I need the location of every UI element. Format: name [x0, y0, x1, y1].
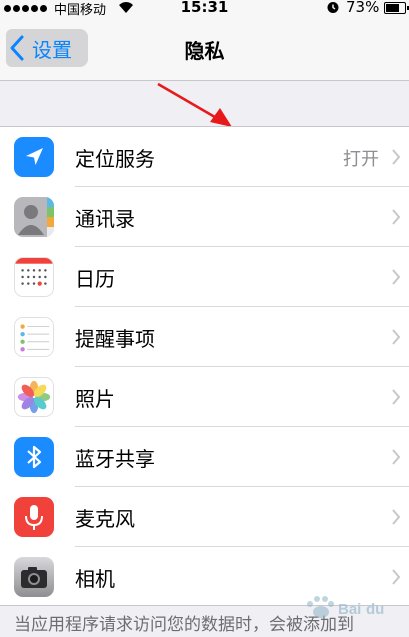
microphone-icon: [14, 497, 54, 537]
row-label: 通讯录: [75, 207, 135, 231]
bluetooth-icon: [14, 437, 54, 477]
row-calendar[interactable]: 日历: [0, 247, 409, 307]
row-microphone[interactable]: 麦克风: [0, 487, 409, 547]
row-label: 日历: [75, 267, 115, 291]
row-location-services[interactable]: 定位服务 打开: [0, 127, 409, 187]
alarm-clock-icon: [327, 2, 339, 13]
row-label: 定位服务: [75, 147, 155, 171]
page-title: 隐私: [184, 39, 225, 63]
status-bar: 中国移动 15:31 73%: [0, 0, 409, 18]
photos-icon: [14, 377, 54, 417]
row-contacts[interactable]: 通讯录: [0, 187, 409, 247]
privacy-settings-list: 定位服务 打开 通讯录 日历 提醒事项 照片 蓝牙共享 麦克风 相机: [0, 126, 409, 606]
row-value: 打开: [343, 149, 379, 170]
chevron-right-icon: [392, 209, 401, 225]
chevron-right-icon: [392, 449, 401, 465]
row-bluetooth-sharing[interactable]: 蓝牙共享: [0, 427, 409, 487]
row-photos[interactable]: 照片: [0, 367, 409, 427]
row-label: 麦克风: [75, 507, 135, 531]
chevron-right-icon: [392, 389, 401, 405]
baidu-jingyan-watermark-icon: Bai du: [307, 596, 384, 618]
battery-percentage: 73%: [346, 0, 380, 16]
chevron-right-icon: [392, 569, 401, 585]
row-label: 照片: [75, 387, 115, 411]
camera-icon: [14, 557, 54, 597]
navigation-bar: 设置 隐私: [0, 16, 409, 81]
row-label: 蓝牙共享: [75, 447, 155, 471]
svg-text:Bai: Bai: [338, 601, 361, 618]
chevron-right-icon: [392, 509, 401, 525]
row-label: 提醒事项: [75, 327, 155, 351]
location-arrow-icon: [14, 137, 54, 177]
reminders-icon: [14, 317, 54, 357]
chevron-right-icon: [392, 269, 401, 285]
row-label: 相机: [75, 567, 115, 591]
contacts-icon: [14, 197, 54, 237]
svg-text:du: du: [366, 601, 384, 618]
chevron-right-icon: [392, 329, 401, 345]
calendar-icon: [14, 257, 54, 297]
battery-icon: [384, 2, 409, 14]
chevron-right-icon: [392, 149, 401, 165]
row-reminders[interactable]: 提醒事项: [0, 307, 409, 367]
